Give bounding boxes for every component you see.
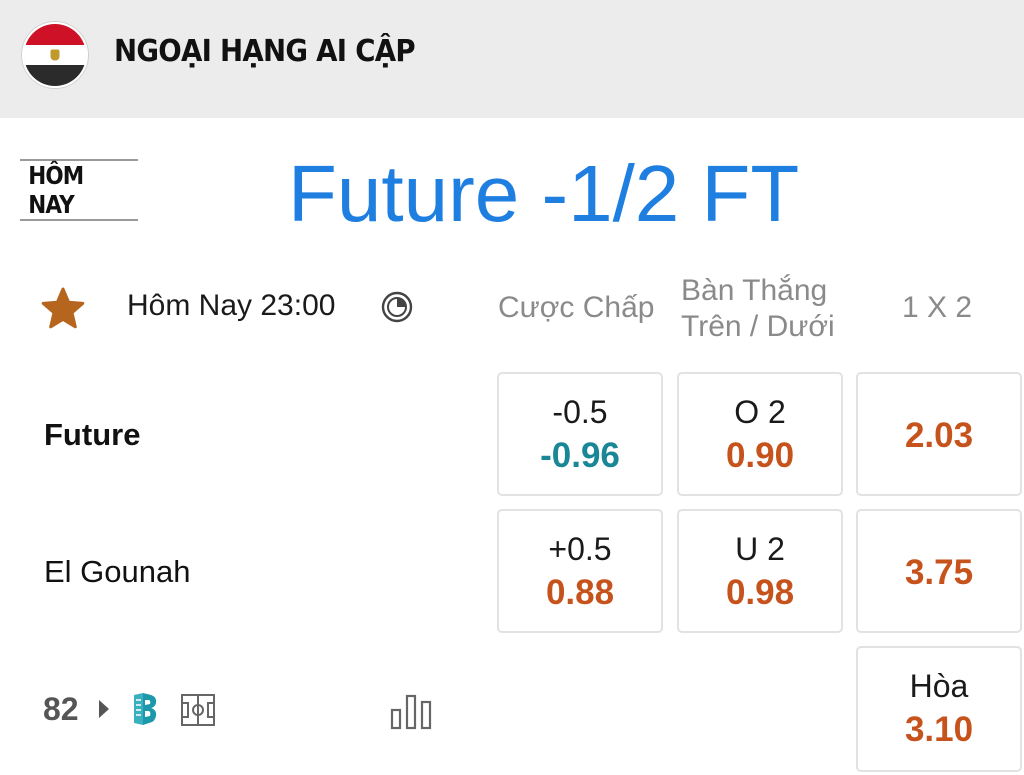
draw-odds-button[interactable]: Hòa 3.10 xyxy=(856,646,1022,772)
clock-icon xyxy=(381,291,413,323)
home-team-name: Future xyxy=(44,417,141,452)
away-team-name: El Gounah xyxy=(44,554,191,589)
1x2-column-header: 1 X 2 xyxy=(902,291,973,324)
away-handicap-price: 0.88 xyxy=(545,573,615,612)
home-handicap-line: -0.5 xyxy=(552,394,608,430)
over-line: O 2 xyxy=(734,394,786,430)
handicap-column-header: Cược Chấp xyxy=(498,291,655,324)
stats-icon[interactable] xyxy=(389,692,433,730)
star-icon[interactable] xyxy=(40,286,86,332)
under-odds-button[interactable]: U 2 0.98 xyxy=(677,509,843,633)
over-under-header-line1: Bàn Thắng xyxy=(681,274,828,307)
over-under-header-line2: Trên / Dưới xyxy=(681,310,835,343)
kickoff-time: Hôm Nay 23:00 xyxy=(127,289,336,322)
away-win-odds-button[interactable]: 3.75 xyxy=(856,509,1022,633)
egypt-flag-icon xyxy=(22,22,88,88)
draw-label: Hòa xyxy=(909,668,969,704)
away-handicap-line: +0.5 xyxy=(548,531,612,567)
under-line: U 2 xyxy=(735,531,785,567)
under-price: 0.98 xyxy=(725,573,795,612)
league-header[interactable]: NGOẠI HẠNG AI CẬP xyxy=(0,0,1024,118)
league-title: NGOẠI HẠNG AI CẬP xyxy=(114,34,416,69)
home-win-price: 2.03 xyxy=(904,416,974,455)
play-arrow-icon[interactable] xyxy=(97,698,111,720)
away-handicap-odds-button[interactable]: +0.5 0.88 xyxy=(497,509,663,633)
tab-today-label: HÔM NAY xyxy=(28,161,84,219)
over-odds-button[interactable]: O 2 0.90 xyxy=(677,372,843,496)
home-win-odds-button[interactable]: 2.03 xyxy=(856,372,1022,496)
draw-price: 3.10 xyxy=(904,710,974,749)
tab-today[interactable]: HÔM NAY xyxy=(20,159,138,221)
home-handicap-price: -0.96 xyxy=(540,436,620,475)
match-odds-page: NGOẠI HẠNG AI CẬP HÔM NAY Future -1/2 FT… xyxy=(0,0,1024,775)
home-handicap-odds-button[interactable]: -0.5 -0.96 xyxy=(497,372,663,496)
away-win-price: 3.75 xyxy=(904,553,974,592)
field-icon[interactable] xyxy=(180,693,216,727)
over-price: 0.90 xyxy=(725,436,795,475)
more-markets-count[interactable]: 82 xyxy=(43,691,79,728)
match-title: Future -1/2 FT xyxy=(288,149,800,238)
b-logo-icon[interactable] xyxy=(129,692,159,726)
